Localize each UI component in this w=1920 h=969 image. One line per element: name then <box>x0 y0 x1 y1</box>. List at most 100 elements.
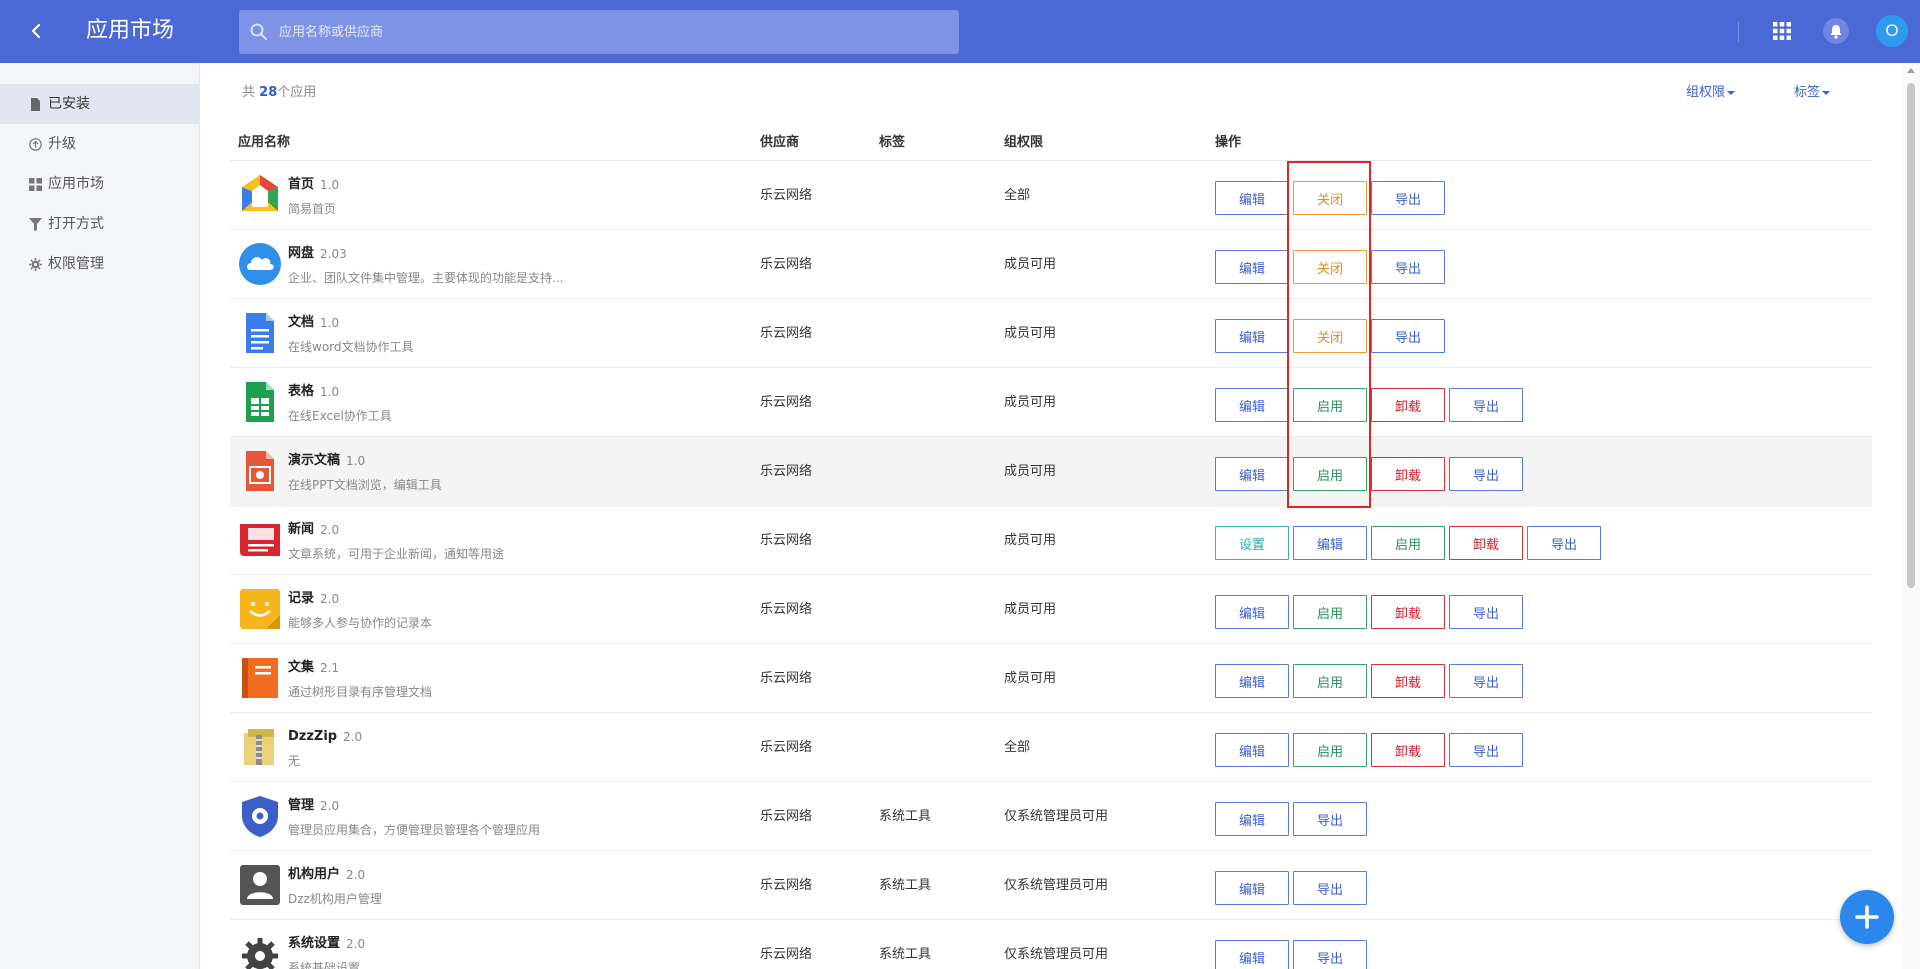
export-button[interactable]: 导出 <box>1293 871 1367 905</box>
table-row[interactable]: 文档 1.0 在线word文档协作工具 乐云网络 成员可用 编辑 关闭 导出 <box>230 299 1872 368</box>
export-button[interactable]: 导出 <box>1449 664 1523 698</box>
app-name: 网盘 <box>288 246 315 261</box>
table-row[interactable]: 网盘 2.03 企业、团队文件集中管理。主要体现的功能是支持... 乐云网络 成员可用 编… <box>230 230 1872 299</box>
edit-button[interactable]: 编辑 <box>1215 802 1289 836</box>
enable-button[interactable]: 启用 <box>1371 526 1445 560</box>
app-name: 新闻 <box>288 522 315 537</box>
app-version: 1.0 <box>320 316 340 330</box>
app-grid-icon[interactable] <box>1773 22 1791 40</box>
table-row[interactable]: 管理 2.0 管理员应用集合，方便管理员管理各个管理应用 乐云网络 系统工具 仅系统管理员… <box>230 782 1872 851</box>
table-row[interactable]: 机构用户 2.0 Dzz机构用户管理 乐云网络 系统工具 仅系统管理员可用 编辑 导出 <box>230 851 1872 920</box>
sidebar-item-permission[interactable]: 权限管理 <box>0 244 199 284</box>
sidebar: 已安装 升级 应用市场 打开方式 权限管理 <box>0 63 200 969</box>
app-description: 企业、团队文件集中管理。主要体现的功能是支持... <box>288 271 564 285</box>
table-row[interactable]: 记录 2.0 能够多人参与协作的记录本 乐云网络 成员可用 编辑 启用 卸载 导出 <box>230 575 1872 644</box>
uninstall-button[interactable]: 卸载 <box>1371 388 1445 422</box>
app-description: 简易首页 <box>288 202 337 216</box>
table-row[interactable]: 表格 1.0 在线Excel协作工具 乐云网络 成员可用 编辑 启用 卸载 导出 <box>230 368 1872 437</box>
export-button[interactable]: 导出 <box>1371 250 1445 284</box>
app-version: 2.0 <box>346 937 366 951</box>
group-permission-filter[interactable]: 组权限 <box>1686 84 1736 102</box>
uninstall-button[interactable]: 卸载 <box>1371 733 1445 767</box>
sidebar-item-installed[interactable]: 已安装 <box>0 84 199 124</box>
export-button[interactable]: 导出 <box>1293 802 1367 836</box>
settings-button[interactable]: 设置 <box>1215 526 1289 560</box>
notification-bell-icon[interactable] <box>1823 18 1849 44</box>
close-button[interactable]: 关闭 <box>1293 250 1367 284</box>
add-app-button[interactable] <box>1840 890 1894 944</box>
scrollbar[interactable] <box>1902 63 1920 969</box>
app-vendor: 乐云网络 <box>760 671 813 686</box>
edit-button[interactable]: 编辑 <box>1215 250 1289 284</box>
enable-button[interactable]: 启用 <box>1293 595 1367 629</box>
sidebar-item-open-mode[interactable]: 打开方式 <box>0 204 199 244</box>
homepage-icon <box>242 175 278 211</box>
tag-filter[interactable]: 标签 <box>1794 84 1831 102</box>
close-button[interactable]: 关闭 <box>1293 181 1367 215</box>
export-button[interactable]: 导出 <box>1449 388 1523 422</box>
edit-button[interactable]: 编辑 <box>1215 181 1289 215</box>
scroll-thumb[interactable] <box>1907 83 1915 588</box>
edit-button[interactable]: 编辑 <box>1215 595 1289 629</box>
sidebar-item-label: 应用市场 <box>48 176 104 192</box>
export-button[interactable]: 导出 <box>1293 940 1367 969</box>
caret-down-icon <box>1727 90 1736 95</box>
search-box[interactable] <box>239 10 959 54</box>
app-permission: 成员可用 <box>1004 326 1057 341</box>
export-button[interactable]: 导出 <box>1449 595 1523 629</box>
group-permission-filter-label: 组权限 <box>1686 85 1726 100</box>
table-row[interactable]: 新闻 2.0 文章系统，可用于企业新闻，通知等用途 乐云网络 成员可用 设置 编辑 启用 卸载导… <box>230 506 1872 575</box>
edit-button[interactable]: 编辑 <box>1215 388 1289 422</box>
table-row[interactable]: 文集 2.1 通过树形目录有序管理文档 乐云网络 成员可用 编辑 启用 卸载 导出 <box>230 644 1872 713</box>
count-suffix: 个应用 <box>277 85 317 100</box>
top-bar: 应用市场 O <box>0 0 1920 63</box>
edit-button[interactable]: 编辑 <box>1215 319 1289 353</box>
app-vendor: 乐云网络 <box>760 395 813 410</box>
column-header-vendor: 供应商 <box>760 135 800 150</box>
sidebar-item-app-market[interactable]: 应用市场 <box>0 164 199 204</box>
export-button[interactable]: 导出 <box>1449 733 1523 767</box>
spreadsheet-icon <box>246 382 274 422</box>
export-button[interactable]: 导出 <box>1449 457 1523 491</box>
sidebar-item-label: 权限管理 <box>48 256 104 272</box>
scroll-up-arrow-icon[interactable] <box>1907 68 1915 73</box>
search-input[interactable] <box>279 10 949 54</box>
table-row[interactable]: 首页 1.0 简易首页 乐云网络 全部 编辑 关闭 导出 <box>230 161 1872 230</box>
uninstall-button[interactable]: 卸载 <box>1371 457 1445 491</box>
app-name: 演示文稿 <box>288 453 341 468</box>
enable-button[interactable]: 启用 <box>1293 664 1367 698</box>
app-description: 通过树形目录有序管理文档 <box>288 685 433 699</box>
table-row[interactable]: DzzZip 2.0 无 乐云网络 全部 编辑 启用 卸载 导出 <box>230 713 1872 782</box>
export-button[interactable]: 导出 <box>1527 526 1601 560</box>
user-avatar[interactable]: O <box>1876 15 1908 47</box>
enable-button[interactable]: 启用 <box>1293 733 1367 767</box>
uninstall-button[interactable]: 卸载 <box>1371 664 1445 698</box>
table-row[interactable]: 系统设置 2.0 系统基础设置 乐云网络 系统工具 仅系统管理员可用 编辑 导出 <box>230 920 1872 969</box>
column-header-app-name: 应用名称 <box>238 135 291 150</box>
sidebar-item-upgrade[interactable]: 升级 <box>0 124 199 164</box>
app-vendor: 乐云网络 <box>760 878 813 893</box>
edit-button[interactable]: 编辑 <box>1215 871 1289 905</box>
enable-button[interactable]: 启用 <box>1293 457 1367 491</box>
edit-button[interactable]: 编辑 <box>1215 733 1289 767</box>
export-button[interactable]: 导出 <box>1371 319 1445 353</box>
back-arrow-icon[interactable] <box>24 18 50 44</box>
enable-button[interactable]: 启用 <box>1293 388 1367 422</box>
export-button[interactable]: 导出 <box>1371 181 1445 215</box>
app-description: 管理员应用集合，方便管理员管理各个管理应用 <box>288 823 541 837</box>
app-vendor: 乐云网络 <box>760 464 813 479</box>
app-name: 文档 <box>288 315 315 330</box>
app-permission: 仅系统管理员可用 <box>1004 947 1109 962</box>
app-version: 1.0 <box>346 454 366 468</box>
edit-button[interactable]: 编辑 <box>1215 664 1289 698</box>
app-tag: 系统工具 <box>879 947 932 962</box>
top-divider <box>1738 22 1739 42</box>
table-row[interactable]: 演示文稿 1.0 在线PPT文档浏览，编辑工具 乐云网络 成员可用 编辑 启用 卸载 导出 <box>230 437 1872 506</box>
uninstall-button[interactable]: 卸载 <box>1449 526 1523 560</box>
uninstall-button[interactable]: 卸载 <box>1371 595 1445 629</box>
close-button[interactable]: 关闭 <box>1293 319 1367 353</box>
sidebar-item-label: 已安装 <box>48 96 90 112</box>
edit-button[interactable]: 编辑 <box>1215 940 1289 969</box>
edit-button[interactable]: 编辑 <box>1293 526 1367 560</box>
edit-button[interactable]: 编辑 <box>1215 457 1289 491</box>
